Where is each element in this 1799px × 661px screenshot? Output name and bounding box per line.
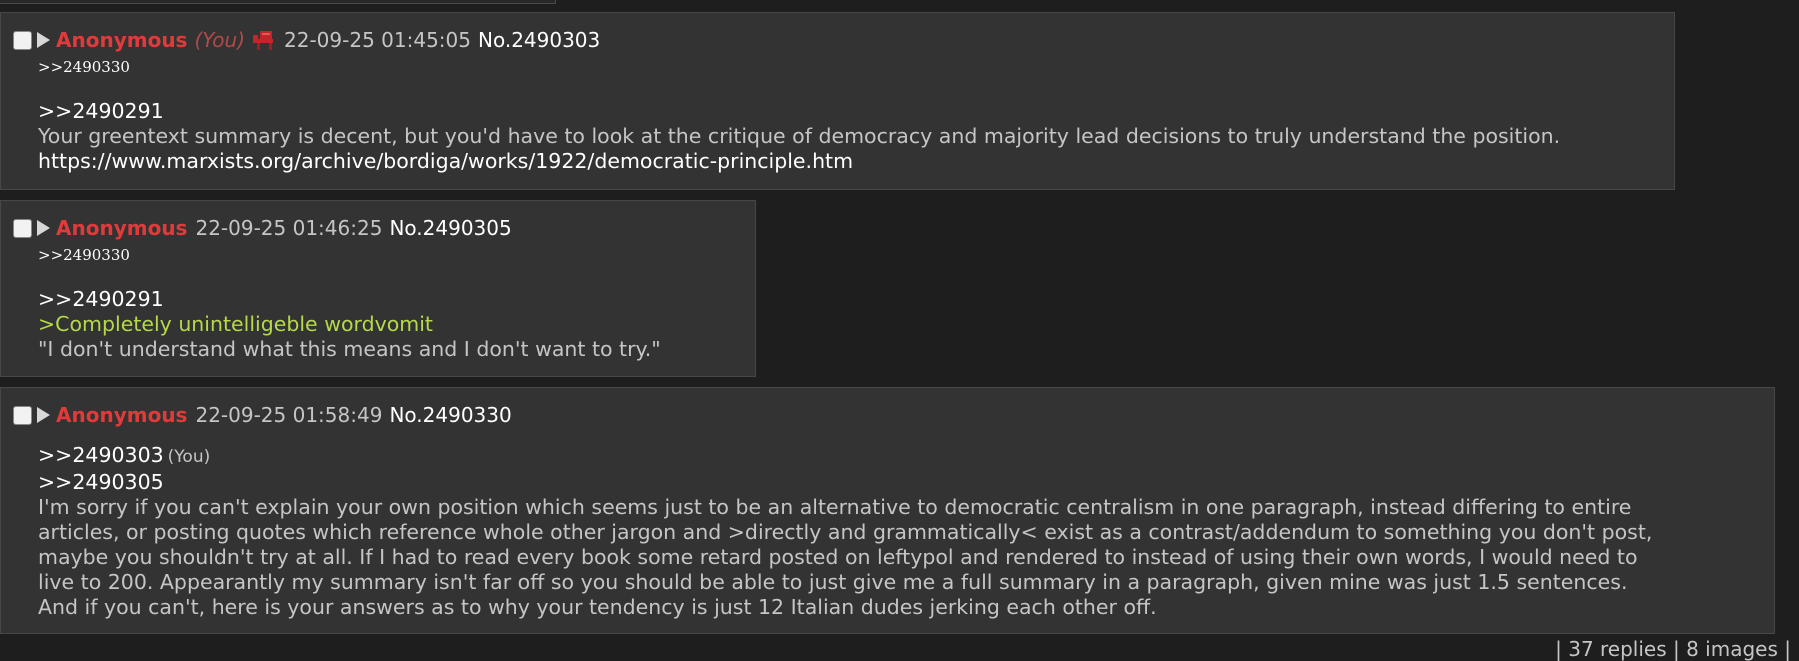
backlink[interactable]: >>2490330 <box>38 246 130 264</box>
post-body: >>2490303 (You) >>2490305 I'm sorry if yo… <box>38 443 1652 620</box>
quote-link[interactable]: >>2490291 <box>38 99 1560 124</box>
poster-name: Anonymous <box>56 28 188 52</box>
previous-post-edge <box>0 0 556 4</box>
post-header: Anonymous 22-09-25 01:58:49 No.2490330 <box>13 402 512 428</box>
poster-name: Anonymous <box>56 403 188 427</box>
post-menu-arrow-icon[interactable] <box>37 407 50 423</box>
backlink[interactable]: >>2490330 <box>38 58 130 76</box>
chair-flag-icon <box>253 31 274 50</box>
quote-line: >>2490303 (You) <box>38 443 1652 470</box>
post-date: 22-09-25 01:58:49 <box>195 403 383 427</box>
post-text-line: "I don't understand what this means and … <box>38 337 661 361</box>
post-header: Anonymous (You) 22-09-25 01:45:05 No.249… <box>13 27 600 53</box>
poster-name: Anonymous <box>56 216 188 240</box>
post-text-line: maybe you shouldn't try at all. If I had… <box>38 545 1638 569</box>
post-body: >>2490291 Your greentext summary is dece… <box>38 99 1560 174</box>
post-text-line: I'm sorry if you can't explain your own … <box>38 495 1632 519</box>
post-menu-arrow-icon[interactable] <box>37 32 50 48</box>
post-number-link[interactable]: No.2490303 <box>478 28 600 52</box>
quote-link[interactable]: >>2490305 <box>38 470 1652 495</box>
you-label: (You) <box>194 28 246 52</box>
thread-stats: | 37 replies | 8 images | <box>1555 637 1791 661</box>
post-2490305: Anonymous 22-09-25 01:46:25 No.2490305 >… <box>0 200 756 377</box>
you-label: (You) <box>167 447 211 467</box>
quote-link[interactable]: >>2490303 <box>38 443 164 467</box>
post-select-checkbox[interactable] <box>13 405 32 425</box>
quote-link[interactable]: >>2490291 <box>38 287 661 312</box>
post-select-checkbox[interactable] <box>13 218 32 238</box>
post-select-checkbox[interactable] <box>13 30 32 50</box>
post-date: 22-09-25 01:46:25 <box>195 216 383 240</box>
post-text-line: Your greentext summary is decent, but yo… <box>38 124 1561 148</box>
post-body: >>2490291 >Completely unintelligeble wor… <box>38 287 661 362</box>
post-date: 22-09-25 01:45:05 <box>284 28 471 52</box>
post-number-link[interactable]: No.2490330 <box>389 403 511 427</box>
post-text-line: articles, or posting quotes which refere… <box>38 520 1653 544</box>
post-text-line: And if you can't, here is your answers a… <box>38 595 1157 619</box>
post-header: Anonymous 22-09-25 01:46:25 No.2490305 <box>13 215 512 241</box>
post-menu-arrow-icon[interactable] <box>37 220 50 236</box>
post-2490303: Anonymous (You) 22-09-25 01:45:05 No.249… <box>0 12 1675 190</box>
post-2490330: Anonymous 22-09-25 01:58:49 No.2490330 >… <box>0 387 1775 634</box>
post-text-line: live to 200. Appearantly my summary isn'… <box>38 570 1628 594</box>
post-number-link[interactable]: No.2490305 <box>389 216 511 240</box>
external-link[interactable]: https://www.marxists.org/archive/bordiga… <box>38 149 1560 174</box>
greentext-line: >Completely unintelligeble wordvomit <box>38 312 433 336</box>
